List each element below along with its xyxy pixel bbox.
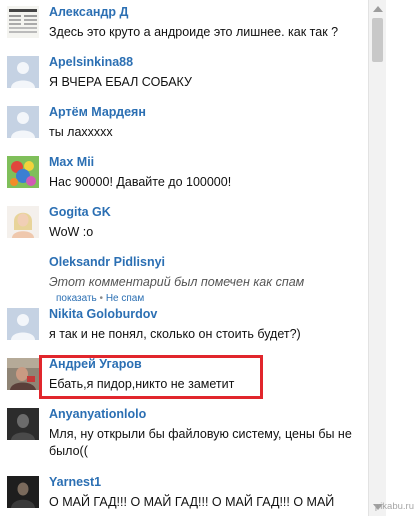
cartoon-avatar-icon [7,156,39,188]
author-name[interactable]: Apelsinkina88 [49,55,133,69]
author-name[interactable]: Max Mii [49,155,94,169]
red-highlight-box [39,355,263,399]
avatar[interactable] [7,408,39,440]
profile-photo-icon [7,358,39,390]
comment-text: Я ВЧЕРА ЕБАЛ СОБАКУ [49,75,192,89]
comment-text: ты лаххххх [49,125,113,139]
default-user-icon [7,106,39,138]
avatar[interactable] [7,6,39,38]
comment-text: Мля, ну открыли бы файловую систему, цен… [49,427,352,458]
avatar[interactable] [7,358,39,390]
comment-item: Apelsinkina88 Я ВЧЕРА ЕБАЛ СОБАКУ [0,50,368,98]
comment-item: Gogita GK WoW :o [0,200,368,248]
avatar[interactable] [7,156,39,188]
comment-text: О МАЙ ГАД!!! О МАЙ ГАД!!! О МАЙ ГАД!!! О… [49,495,335,509]
avatar[interactable] [7,106,39,138]
profile-photo-icon [7,408,39,440]
avatar[interactable] [7,308,39,340]
comment-text: Здесь это круто а андроиде это лишнее. к… [49,25,339,39]
author-name[interactable]: Gogita GK [49,205,111,219]
default-user-icon [7,308,39,340]
comment-text: WoW :o [49,225,94,239]
comment-text: я так и не понял, сколько он стоить буде… [49,327,301,341]
comment-item: Max Mii Нас 90000! Давайте до 100000! [0,150,368,198]
avatar[interactable] [7,56,39,88]
scrollbar[interactable] [368,0,386,516]
author-name[interactable]: Nikita Goloburdov [49,307,157,321]
author-name[interactable]: Oleksandr Pidlisnyi [49,255,165,269]
spam-notice: Этот комментарий был помечен как спам [49,275,305,289]
comment-text: Нас 90000! Давайте до 100000! [49,175,232,189]
comment-item: Александр Д Здесь это круто а андроиде э… [0,0,368,48]
author-name[interactable]: Александр Д [49,5,128,19]
comment-item-spam: Oleksandr Pidlisnyi Этот комментарий был… [0,250,368,304]
comment-item: Артём Мардеян ты лаххххх [0,100,368,148]
profile-photo-icon [7,206,39,238]
scroll-thumb[interactable] [372,18,383,62]
comment-feed: Александр Д Здесь это круто а андроиде э… [0,0,368,516]
author-name[interactable]: Anyanyationlolo [49,407,146,421]
scroll-up-arrow-icon[interactable] [373,6,383,12]
newspaper-avatar-icon [7,6,39,38]
default-user-icon [7,56,39,88]
avatar[interactable] [7,206,39,238]
comment-item: Anyanyationlolo Мля, ну открыли бы файло… [0,402,368,468]
author-name[interactable]: Yarnest1 [49,475,101,489]
author-name[interactable]: Артём Мардеян [49,105,146,119]
comment-item: Nikita Goloburdov я так и не понял, скол… [0,302,368,350]
avatar[interactable] [7,476,39,508]
watermark: pikabu.ru [374,501,414,512]
profile-photo-icon [7,476,39,508]
comment-item: Yarnest1 О МАЙ ГАД!!! О МАЙ ГАД!!! О МАЙ… [0,470,368,516]
